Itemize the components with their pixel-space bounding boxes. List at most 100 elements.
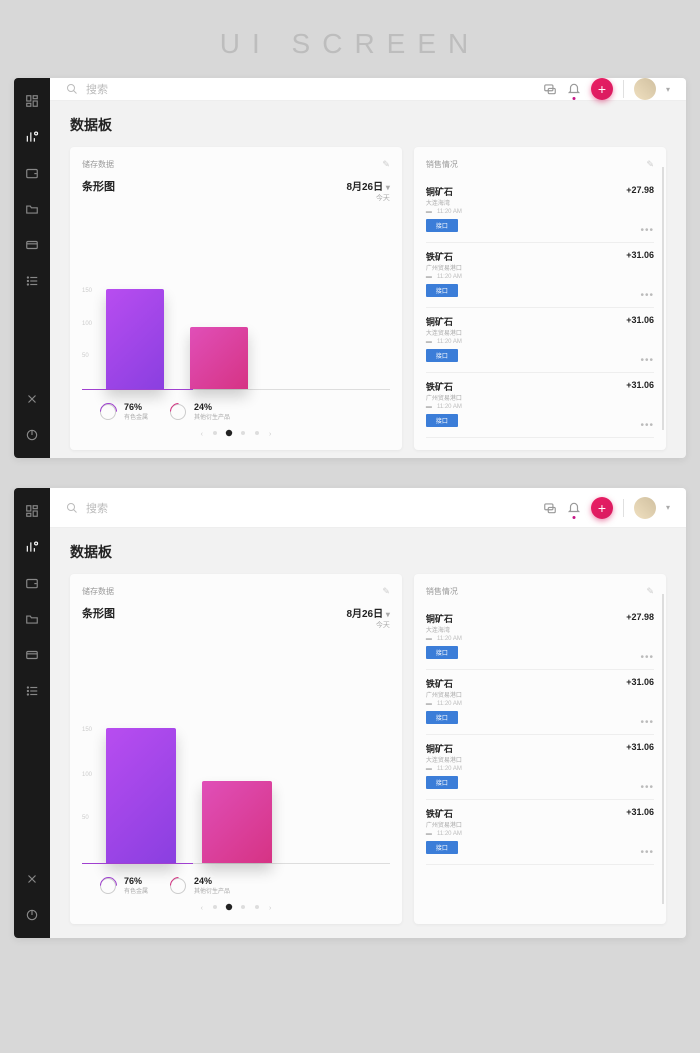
- avatar[interactable]: [634, 78, 656, 100]
- sale-action-button[interactable]: 接口: [426, 841, 458, 854]
- pager-dot[interactable]: [226, 904, 232, 910]
- sidebar-dashboard-icon[interactable]: [23, 92, 41, 110]
- pager-prev[interactable]: ‹: [201, 905, 203, 912]
- legend-item: 24%其他衍生产品: [170, 876, 230, 895]
- bell-icon[interactable]: [567, 82, 581, 96]
- sale-action-button[interactable]: 接口: [426, 219, 458, 232]
- divider: [623, 80, 624, 98]
- search-icon: [66, 83, 78, 95]
- ytick: 150: [82, 288, 92, 294]
- pager-dot[interactable]: [255, 905, 259, 909]
- edit-icon[interactable]: ✎: [646, 159, 654, 170]
- sale-action-button[interactable]: 接口: [426, 414, 458, 427]
- dashboard-window: 搜索 + ▾ 数据板 储存数据 ✎ 条形图 8月2: [14, 78, 686, 458]
- ytick: 100: [82, 321, 92, 327]
- sales-panel-header: 销售情况: [426, 159, 458, 170]
- sidebar-power-icon[interactable]: [23, 906, 41, 924]
- search-input[interactable]: 搜索: [66, 500, 533, 516]
- sale-item: 铁矿石 广州贸易港口 ▬ 11:20 AM 接口 +31.06 •••: [426, 670, 654, 735]
- sidebar-folder-icon[interactable]: [23, 200, 41, 218]
- search-input[interactable]: 搜索: [66, 81, 533, 97]
- sidebar-analytics-icon[interactable]: [23, 538, 41, 556]
- scrollbar[interactable]: [662, 167, 664, 430]
- pager-dot[interactable]: [241, 431, 245, 435]
- more-icon[interactable]: •••: [640, 717, 654, 728]
- sidebar-settings-icon[interactable]: [23, 870, 41, 888]
- pager-dot[interactable]: [255, 431, 259, 435]
- ytick: 50: [82, 815, 89, 821]
- edit-icon[interactable]: ✎: [382, 586, 390, 597]
- chart-panel-header: 储存数据: [82, 159, 114, 170]
- more-icon[interactable]: •••: [640, 652, 654, 663]
- chat-icon[interactable]: [543, 82, 557, 96]
- legend-item: 24%其他衍生产品: [170, 402, 230, 421]
- sale-amount: +31.06: [626, 250, 654, 260]
- more-icon[interactable]: •••: [640, 225, 654, 236]
- sales-panel: 销售情况 ✎ 铜矿石 大连海湾 ▬ 11:20 AM 接口 +27.98 •••: [414, 574, 666, 924]
- chart-panel-header: 储存数据: [82, 586, 114, 597]
- legend-item: 76%有色金属: [100, 402, 148, 421]
- edit-icon[interactable]: ✎: [382, 159, 390, 170]
- sidebar-settings-icon[interactable]: [23, 390, 41, 408]
- divider: [623, 499, 624, 517]
- date-picker[interactable]: 8月26日 ▾ 今天: [346, 605, 389, 630]
- sidebar-dashboard-icon[interactable]: [23, 502, 41, 520]
- sidebar: [14, 488, 50, 938]
- more-icon[interactable]: •••: [640, 355, 654, 366]
- more-icon[interactable]: •••: [640, 847, 654, 858]
- sale-action-button[interactable]: 接口: [426, 349, 458, 362]
- sale-amount: +31.06: [626, 807, 654, 817]
- chat-icon[interactable]: [543, 501, 557, 515]
- sidebar-card-icon[interactable]: [23, 646, 41, 664]
- chevron-down-icon[interactable]: ▾: [666, 85, 670, 94]
- sale-amount: +27.98: [626, 185, 654, 195]
- ytick: 100: [82, 772, 92, 778]
- ytick: 50: [82, 353, 89, 359]
- legend-ring-icon: [100, 404, 116, 420]
- sidebar-analytics-icon[interactable]: [23, 128, 41, 146]
- pager-prev[interactable]: ‹: [201, 431, 203, 438]
- sale-item: 铁矿石 广州贸易港口 ▬ 11:20 AM 接口 +31.06 •••: [426, 373, 654, 438]
- sidebar-wallet-icon[interactable]: [23, 164, 41, 182]
- sale-action-button[interactable]: 接口: [426, 711, 458, 724]
- sale-item: 铜矿石 大连海湾 ▬ 11:20 AM 接口 +27.98 •••: [426, 605, 654, 670]
- chevron-down-icon[interactable]: ▾: [666, 503, 670, 512]
- sidebar-card-icon[interactable]: [23, 236, 41, 254]
- pager-dot[interactable]: [213, 431, 217, 435]
- sale-item: 铜矿石 大连贸易港口 ▬ 11:20 AM 接口 +31.06 •••: [426, 308, 654, 373]
- more-icon[interactable]: •••: [640, 290, 654, 301]
- more-icon[interactable]: •••: [640, 420, 654, 431]
- bar-1: [106, 728, 176, 863]
- pager-dot[interactable]: [226, 430, 232, 436]
- sale-action-button[interactable]: 接口: [426, 646, 458, 659]
- pager-next[interactable]: ›: [269, 431, 271, 438]
- sale-amount: +31.06: [626, 742, 654, 752]
- sidebar-power-icon[interactable]: [23, 426, 41, 444]
- add-button[interactable]: +: [591, 78, 613, 100]
- sale-action-button[interactable]: 接口: [426, 776, 458, 789]
- scrollbar[interactable]: [662, 594, 664, 904]
- sale-amount: +31.06: [626, 677, 654, 687]
- pager-next[interactable]: ›: [269, 905, 271, 912]
- sidebar-folder-icon[interactable]: [23, 610, 41, 628]
- edit-icon[interactable]: ✎: [646, 586, 654, 597]
- more-icon[interactable]: •••: [640, 782, 654, 793]
- date-picker[interactable]: 8月26日 ▾ 今天: [346, 178, 389, 203]
- avatar[interactable]: [634, 497, 656, 519]
- sidebar-wallet-icon[interactable]: [23, 574, 41, 592]
- chart-accent: [82, 863, 193, 864]
- ytick: 150: [82, 727, 92, 733]
- page-title: 数据板: [70, 542, 666, 562]
- sale-action-button[interactable]: 接口: [426, 284, 458, 297]
- sale-amount: +27.98: [626, 612, 654, 622]
- chart-title: 条形图: [82, 605, 115, 621]
- sidebar-list-icon[interactable]: [23, 272, 41, 290]
- banner-title: UI SCREEN: [0, 0, 700, 78]
- add-button[interactable]: +: [591, 497, 613, 519]
- pager-dot[interactable]: [213, 905, 217, 909]
- pager-dot[interactable]: [241, 905, 245, 909]
- legend: 76%有色金属 24%其他衍生产品: [82, 390, 390, 425]
- sidebar-list-icon[interactable]: [23, 682, 41, 700]
- sale-amount: +31.06: [626, 315, 654, 325]
- bell-icon[interactable]: [567, 501, 581, 515]
